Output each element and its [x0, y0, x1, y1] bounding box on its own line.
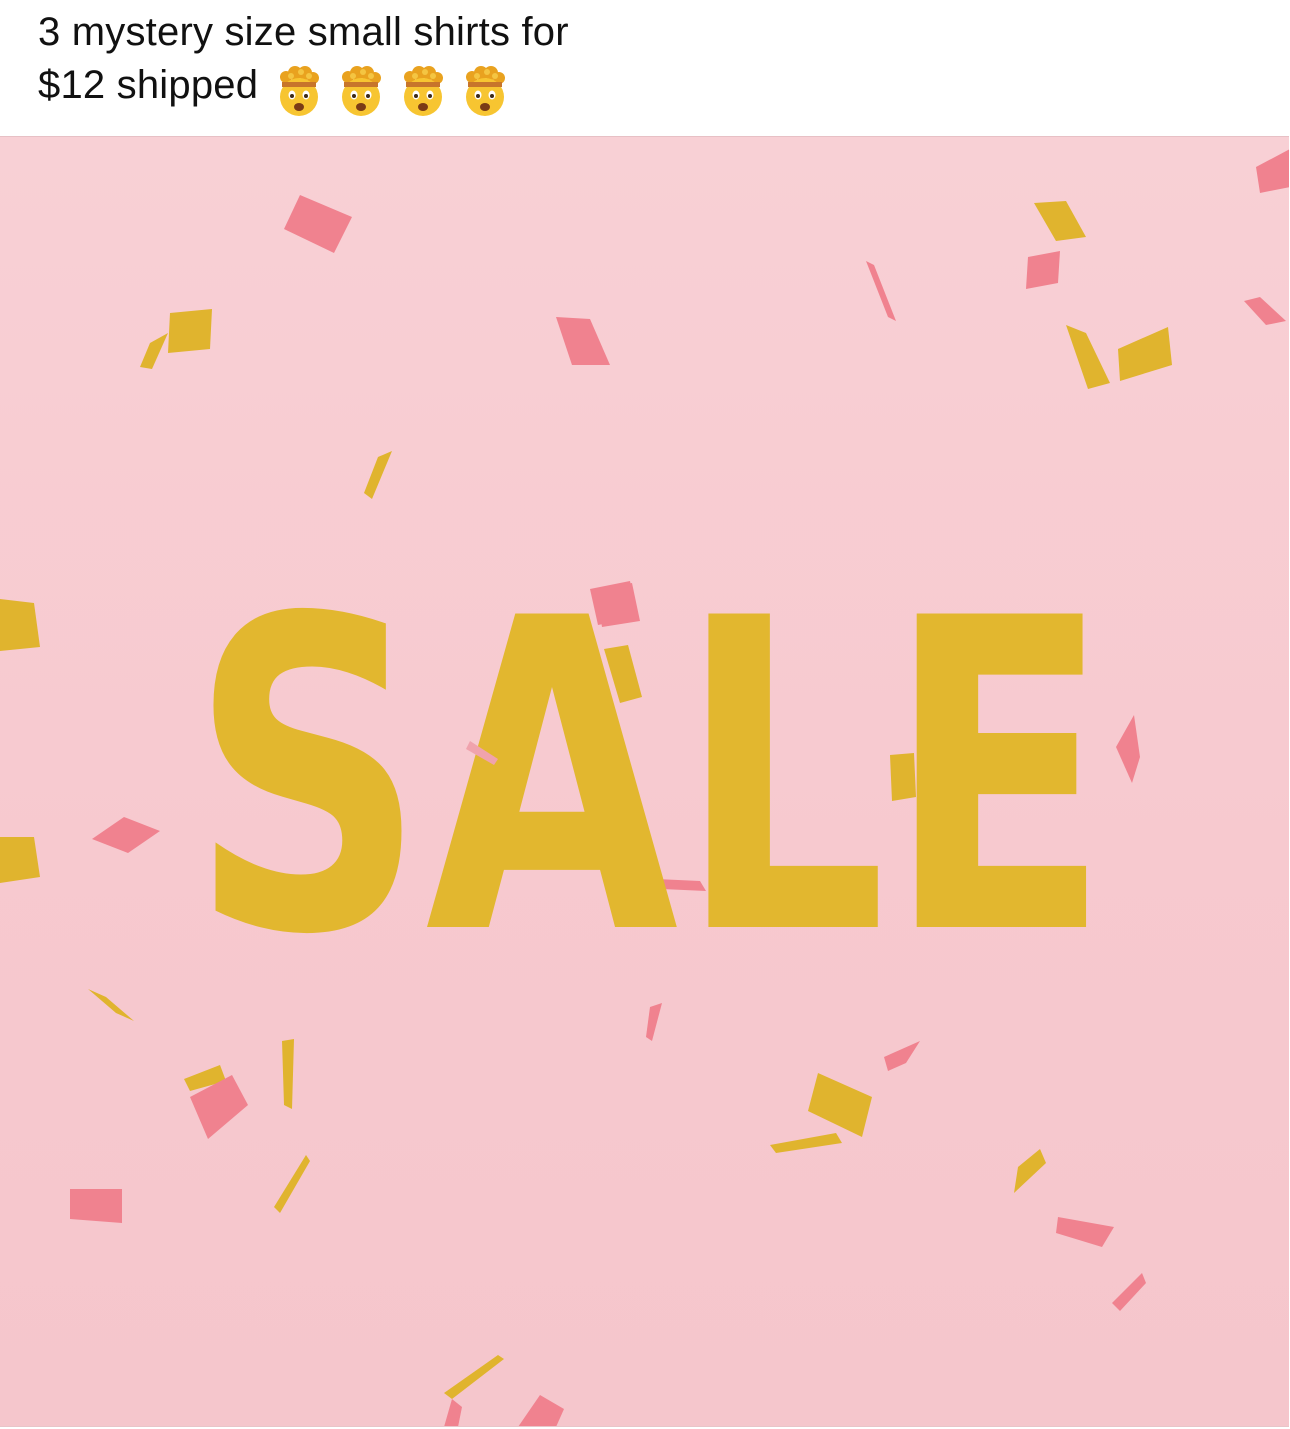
confetti-piece: [1112, 1273, 1146, 1311]
confetti-piece: [274, 1155, 310, 1213]
confetti-piece: [1034, 201, 1086, 241]
exploding-head-icon: [396, 66, 450, 120]
post-media-video[interactable]: SALE: [0, 136, 1289, 1427]
sale-headline: SALE: [190, 529, 1110, 1029]
confetti-piece: [556, 317, 610, 365]
confetti-piece: [770, 1133, 842, 1153]
exploding-head-icon: [458, 66, 512, 120]
confetti-piece: [282, 1039, 294, 1109]
emoji-row: [272, 65, 520, 120]
confetti-piece: [1118, 327, 1172, 381]
caption-line-2-text: $12 shipped: [38, 63, 259, 107]
confetti-piece: [1116, 715, 1140, 783]
confetti-piece: [444, 1399, 462, 1426]
confetti-piece: [1026, 251, 1060, 289]
confetti-piece: [0, 837, 40, 883]
confetti-piece: [88, 989, 134, 1021]
confetti-piece: [866, 261, 896, 321]
confetti-piece: [518, 1395, 564, 1426]
caption-line-2: $12 shipped: [38, 59, 1258, 120]
confetti-piece: [1256, 149, 1289, 193]
confetti-piece: [364, 451, 392, 499]
confetti-piece: [808, 1073, 872, 1137]
confetti-piece: [884, 1041, 920, 1071]
confetti-piece: [140, 333, 168, 369]
confetti-piece: [70, 1189, 122, 1223]
exploding-head-icon: [272, 66, 326, 120]
confetti-piece: [1056, 1217, 1114, 1247]
confetti-piece: [0, 599, 40, 651]
confetti-piece: [890, 753, 916, 801]
confetti-piece: [444, 1355, 504, 1399]
confetti-piece: [284, 195, 352, 253]
exploding-head-icon: [334, 66, 388, 120]
confetti-piece: [1014, 1149, 1046, 1193]
sale-graphic: SALE: [0, 149, 1289, 1426]
post-caption: 3 mystery size small shirts for $12 ship…: [38, 6, 1258, 120]
confetti-piece: [168, 309, 212, 353]
confetti-piece: [92, 817, 160, 853]
confetti-piece: [1066, 325, 1110, 389]
caption-line-1: 3 mystery size small shirts for: [38, 10, 569, 54]
confetti-piece: [1244, 297, 1286, 325]
